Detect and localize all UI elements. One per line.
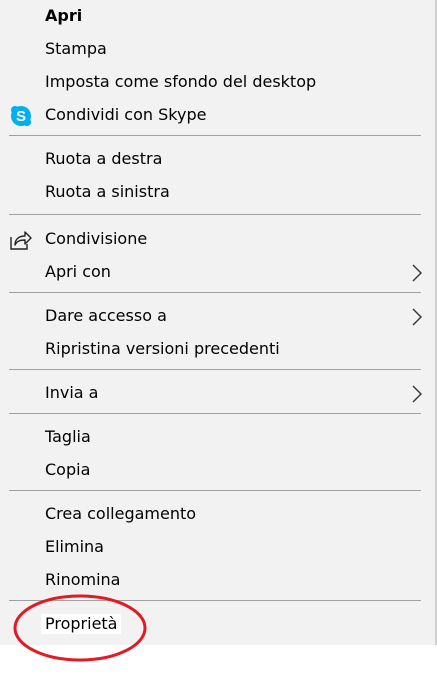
menu-item-label: Rinomina xyxy=(45,570,121,589)
menu-item-label: Copia xyxy=(45,460,91,479)
menu-item-label: Imposta come sfondo del desktop xyxy=(45,72,317,91)
menu-item-label: Taglia xyxy=(45,427,91,446)
menu-item-ruota-destra[interactable]: Ruota a destra xyxy=(0,143,435,176)
menu-item-condividi-skype[interactable]: S Condividi con Skype xyxy=(0,99,435,132)
menu-item-dare-accesso[interactable]: Dare accesso a xyxy=(0,300,435,333)
menu-item-copia[interactable]: Copia xyxy=(0,454,435,487)
menu-item-apri-con[interactable]: Apri con xyxy=(0,256,435,289)
menu-item-elimina[interactable]: Elimina xyxy=(0,531,435,564)
skype-icon: S xyxy=(9,104,33,128)
menu-item-label: Invia a xyxy=(45,383,99,402)
menu-item-imposta-sfondo[interactable]: Imposta come sfondo del desktop xyxy=(0,66,435,99)
menu-item-taglia[interactable]: Taglia xyxy=(0,421,435,454)
menu-separator xyxy=(9,214,421,215)
menu-item-label: Crea collegamento xyxy=(45,504,197,523)
chevron-right-icon xyxy=(411,263,423,283)
menu-item-label: Dare accesso a xyxy=(45,306,167,325)
menu-item-rinomina[interactable]: Rinomina xyxy=(0,564,435,597)
menu-separator xyxy=(9,292,421,293)
menu-separator xyxy=(9,490,421,491)
menu-separator xyxy=(9,413,421,414)
menu-item-proprieta[interactable]: Proprietà xyxy=(0,608,435,641)
menu-item-label: Condivisione xyxy=(45,229,148,248)
menu-item-ripristina-versioni[interactable]: Ripristina versioni precedenti xyxy=(0,333,435,366)
menu-item-label: Condividi con Skype xyxy=(45,105,207,124)
menu-separator xyxy=(9,600,421,601)
menu-item-apri[interactable]: Apri xyxy=(0,0,435,33)
chevron-right-icon xyxy=(411,384,423,404)
menu-item-stampa[interactable]: Stampa xyxy=(0,33,435,66)
menu-item-invia-a[interactable]: Invia a xyxy=(0,377,435,410)
menu-item-ruota-sinistra[interactable]: Ruota a sinistra xyxy=(0,176,435,209)
svg-text:S: S xyxy=(16,108,26,125)
menu-item-label: Elimina xyxy=(45,537,104,556)
menu-item-label: Apri xyxy=(45,6,83,25)
menu-item-crea-collegamento[interactable]: Crea collegamento xyxy=(0,498,435,531)
menu-item-label: Ruota a destra xyxy=(45,149,163,168)
menu-separator xyxy=(9,135,421,136)
share-icon xyxy=(9,228,33,252)
chevron-right-icon xyxy=(411,307,423,327)
menu-item-label: Ripristina versioni precedenti xyxy=(45,339,280,358)
context-menu: Apri Stampa Imposta come sfondo del desk… xyxy=(0,0,437,645)
menu-item-condivisione[interactable]: Condivisione xyxy=(0,223,435,256)
menu-separator xyxy=(9,369,421,370)
menu-item-label: Stampa xyxy=(45,39,107,58)
menu-item-label: Proprietà xyxy=(41,614,122,634)
background-area xyxy=(0,645,437,681)
menu-item-label: Apri con xyxy=(45,262,111,281)
menu-item-label: Ruota a sinistra xyxy=(45,182,170,201)
